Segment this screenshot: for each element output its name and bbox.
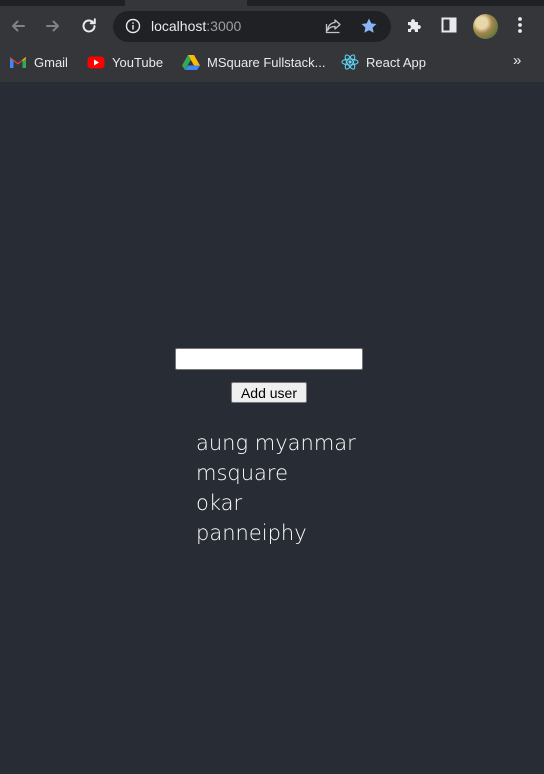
- gmail-icon: [9, 54, 27, 70]
- info-icon[interactable]: [125, 18, 141, 39]
- forward-arrow-icon: [46, 20, 59, 32]
- app-root: Add user aung myanmar msquare okar panne…: [0, 82, 544, 774]
- reload-icon: [82, 18, 96, 33]
- bookmark-label: MSquare Fullstack...: [207, 54, 326, 70]
- tab-strip: [0, 0, 544, 6]
- react-icon: [341, 54, 359, 70]
- profile-avatar[interactable]: [473, 14, 498, 39]
- bookmark-label: React App: [366, 54, 426, 70]
- bookmark-youtube[interactable]: YouTube: [87, 52, 163, 72]
- kebab-menu-icon: [518, 17, 522, 33]
- reload-button[interactable]: [75, 12, 103, 40]
- list-item: aung myanmar: [196, 431, 356, 455]
- browser-chrome: localhost:3000 Gmail YouTube MSquare Ful…: [0, 0, 544, 82]
- user-list: aung myanmar msquare okar panneiphy: [196, 428, 356, 548]
- url-text: localhost:3000: [151, 18, 241, 34]
- bookmark-label: Gmail: [34, 54, 68, 70]
- star-icon[interactable]: [360, 17, 378, 40]
- add-user-button[interactable]: Add user: [231, 382, 307, 403]
- list-item: panneiphy: [196, 521, 307, 545]
- url-host: localhost: [151, 18, 207, 34]
- bookmarks-bar: Gmail YouTube MSquare Fullstack... React…: [0, 48, 544, 76]
- url-port: :3000: [206, 18, 242, 34]
- puzzle-icon: [408, 19, 421, 32]
- bookmark-msquare[interactable]: MSquare Fullstack...: [182, 52, 326, 72]
- bookmarks-overflow-button[interactable]: »: [513, 52, 521, 69]
- side-panel-icon: [441, 17, 457, 33]
- active-tab[interactable]: [125, 0, 247, 6]
- forward-button[interactable]: [39, 12, 67, 40]
- back-arrow-icon: [12, 20, 25, 32]
- bookmark-gmail[interactable]: Gmail: [9, 52, 68, 72]
- address-bar[interactable]: localhost:3000: [113, 11, 391, 42]
- list-item: okar: [196, 491, 243, 515]
- list-item: msquare: [196, 461, 288, 485]
- google-drive-icon: [182, 54, 200, 70]
- share-icon[interactable]: [325, 18, 343, 39]
- bookmark-label: YouTube: [112, 54, 164, 70]
- extensions-button[interactable]: [403, 14, 425, 36]
- back-button[interactable]: [4, 12, 32, 40]
- menu-button[interactable]: [509, 14, 531, 36]
- user-name-input[interactable]: [175, 348, 363, 370]
- side-panel-button[interactable]: [438, 14, 460, 36]
- youtube-icon: [87, 54, 105, 70]
- bookmark-react-app[interactable]: React App: [341, 52, 426, 72]
